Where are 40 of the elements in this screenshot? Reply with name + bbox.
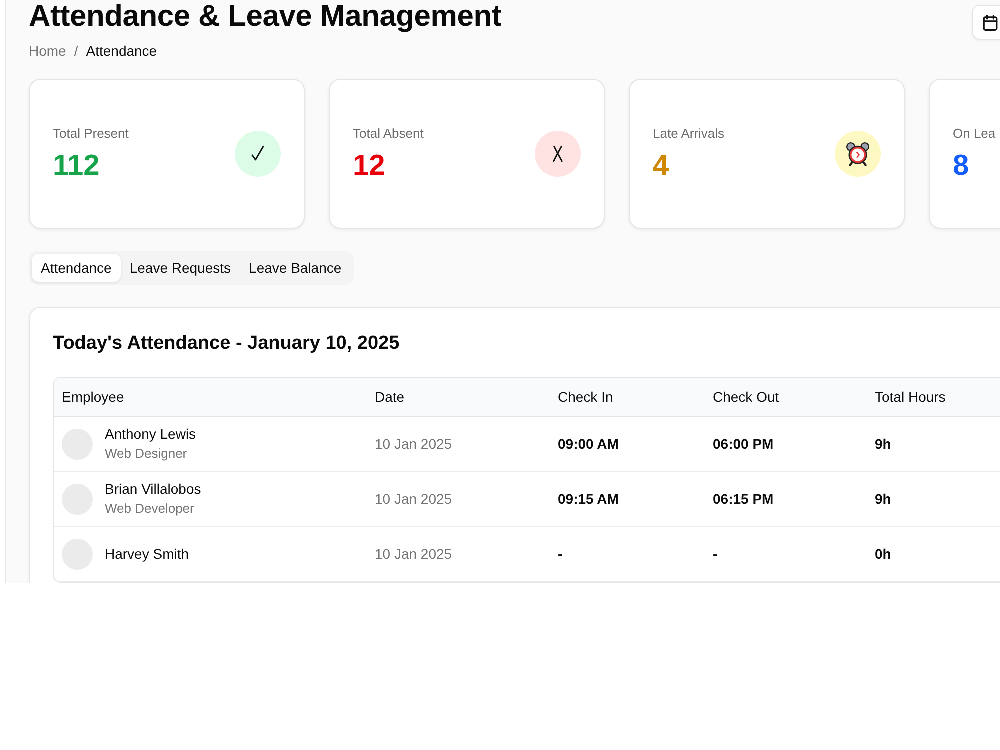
employee-name: Anthony Lewis <box>105 426 196 443</box>
panel-title: Today's Attendance - January 10, 2025 <box>53 332 401 356</box>
page-title: Attendance & Leave Management <box>29 0 502 34</box>
stat-value: 4 <box>653 149 670 183</box>
stat-label: Late Arrivals <box>653 125 725 143</box>
breadcrumb-separator: / <box>74 43 78 59</box>
table-cell: - <box>550 527 705 582</box>
breadcrumb-link[interactable]: Home <box>29 43 66 59</box>
table-cell: 10 Jan 2025 <box>367 472 550 527</box>
employee-name: Brian Villalobos <box>105 481 202 498</box>
column-header: Date <box>367 378 550 417</box>
breadcrumb-current: Attendance <box>86 43 158 59</box>
tab[interactable]: Leave Requests <box>120 254 240 282</box>
table-cell: 09:00 AM <box>550 417 705 472</box>
calendar-icon <box>983 14 998 30</box>
stat-value: 12 <box>353 149 386 183</box>
column-header: Employee <box>54 378 367 417</box>
stat-label: Total Present <box>53 125 129 143</box>
calendar-button[interactable] <box>972 5 1000 40</box>
table-cell: 9h <box>867 472 1000 527</box>
employee-role: Web Designer <box>105 445 188 462</box>
stat-label: Total Absent <box>353 125 424 143</box>
column-header: Check Out <box>705 378 867 417</box>
employee-role: Web Developer <box>105 500 196 517</box>
tab[interactable]: Leave Balance <box>240 254 351 282</box>
table-cell: 09:15 AM <box>550 472 705 527</box>
table-cell: 9h <box>867 417 1000 472</box>
table-cell: 0h <box>867 527 1000 582</box>
table-cell: 06:15 PM <box>705 472 867 527</box>
table-cell: - <box>705 527 867 582</box>
column-header: Total Hours <box>867 378 1000 417</box>
stat-value: 112 <box>53 149 101 183</box>
table-cell: 10 Jan 2025 <box>367 527 550 582</box>
employee-name: Harvey Smith <box>105 546 190 562</box>
table-cell: 10 Jan 2025 <box>367 417 550 472</box>
stat-value: 8 <box>953 149 970 183</box>
column-header: Check In <box>550 378 705 417</box>
stat-label: On Lea <box>953 125 996 143</box>
tab[interactable]: Attendance <box>32 254 121 282</box>
table-cell: 06:00 PM <box>705 417 867 472</box>
